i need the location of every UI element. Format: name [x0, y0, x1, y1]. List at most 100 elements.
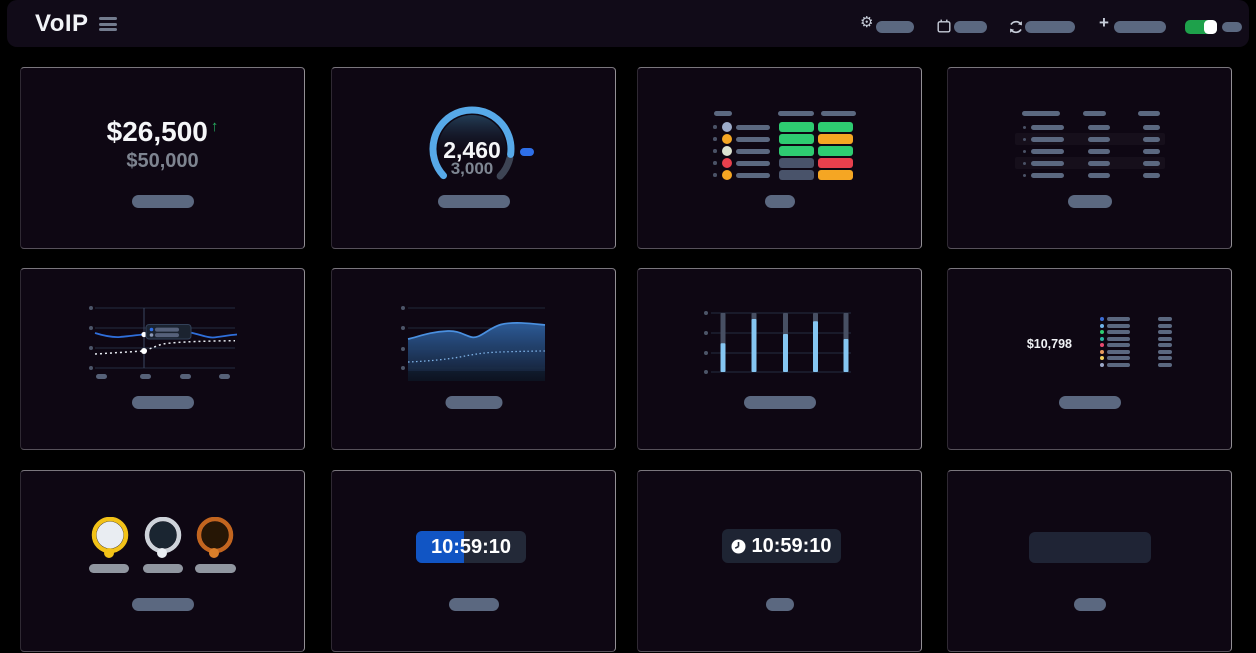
bulb-label-skeleton: [195, 564, 236, 573]
dashed-series-line: [95, 341, 235, 354]
table-row: [1022, 145, 1160, 157]
hamburger-icon[interactable]: [99, 17, 117, 34]
legend-item: [1100, 337, 1172, 342]
timer-value: 10:59:10: [751, 535, 831, 558]
legend-item: [1100, 317, 1172, 322]
hover-point: [141, 348, 147, 354]
status-cell: [779, 122, 814, 132]
card-bar-chart: [637, 268, 922, 450]
card-amount-breakdown: $10,798: [947, 268, 1232, 450]
action-skeleton-pill[interactable]: [1068, 195, 1112, 208]
toggle-knob: [1204, 20, 1217, 34]
card-bulb-status: [20, 470, 305, 652]
chart-tooltip: [146, 325, 191, 340]
table-row: [713, 133, 856, 145]
sync-button[interactable]: [1025, 21, 1075, 33]
status-table: [713, 111, 856, 181]
status-cell: [779, 170, 814, 180]
action-skeleton-pill[interactable]: [1059, 396, 1121, 409]
revenue-value: $26,500↑: [21, 116, 304, 148]
settings-button[interactable]: [876, 21, 914, 33]
app-header: VoIP ⚙ +: [7, 0, 1249, 47]
card-line-chart: [20, 268, 305, 450]
action-skeleton-pill[interactable]: [1074, 598, 1106, 611]
legend-item: [1100, 356, 1172, 361]
bulb-label-skeleton: [143, 564, 183, 573]
gear-icon[interactable]: ⚙: [860, 13, 873, 31]
status-dot: [722, 146, 732, 156]
empty-panel-skeleton: [1029, 532, 1151, 563]
status-dot: [722, 158, 732, 168]
legend-item: [1100, 330, 1172, 335]
capacity-bar-chart: [703, 307, 855, 377]
status-cell: [779, 134, 814, 144]
legend-item: [1100, 324, 1172, 329]
action-skeleton-pill[interactable]: [132, 598, 194, 611]
status-cell: [818, 122, 853, 132]
legend-dot: [1100, 324, 1104, 328]
legend-dot: [1100, 350, 1104, 354]
action-skeleton-pill[interactable]: [445, 396, 502, 409]
timer-value: 10:59:10: [416, 531, 526, 563]
bars: [721, 313, 849, 372]
action-skeleton-pill[interactable]: [765, 195, 795, 208]
table-row: [713, 169, 856, 181]
timer-progress-chip: 10:59:10: [416, 531, 526, 563]
revenue-target: $50,000: [21, 150, 304, 173]
action-skeleton-pill[interactable]: [132, 396, 194, 409]
status-cell: [818, 170, 853, 180]
toggle-label-skeleton: [1222, 22, 1242, 32]
comparison-line-chart: [89, 300, 241, 384]
card-timer-clock: 10:59:10: [637, 470, 922, 652]
refresh-icon[interactable]: [1009, 20, 1023, 34]
bulb-icon: [141, 517, 185, 563]
status-cell: [818, 146, 853, 156]
legend-item: [1100, 363, 1172, 368]
voip-dashboard: VoIP ⚙ + $26,500↑ $50,000: [0, 0, 1256, 653]
table-row: [1022, 169, 1160, 181]
table-row: [1022, 121, 1160, 133]
legend-dot: [1100, 317, 1104, 321]
status-cell: [779, 146, 814, 156]
gauge-max: 3,000: [424, 159, 520, 179]
status-cell: [818, 158, 853, 168]
skeleton-table: [1022, 111, 1160, 181]
action-skeleton-pill[interactable]: [449, 598, 499, 611]
area-base-band: [408, 371, 545, 381]
bulb-icon: [193, 517, 237, 563]
card-empty-panel: [947, 470, 1232, 652]
action-skeleton-pill[interactable]: [744, 396, 816, 409]
date-range-button[interactable]: [954, 21, 987, 33]
status-cell: [779, 158, 814, 168]
add-button[interactable]: [1114, 21, 1166, 33]
x-axis-ticks: [96, 374, 230, 379]
table-row: [713, 121, 856, 133]
card-skeleton-list: [947, 67, 1232, 249]
status-dot: [722, 134, 732, 144]
card-revenue-kpi: $26,500↑ $50,000: [20, 67, 305, 249]
action-skeleton-pill[interactable]: [438, 195, 510, 208]
table-header: [713, 111, 856, 117]
status-cell: [818, 134, 853, 144]
card-area-chart: [331, 268, 616, 450]
status-dot: [722, 170, 732, 180]
table-row: [713, 145, 856, 157]
clock-icon: [731, 539, 746, 554]
legend-item: [1100, 343, 1172, 348]
card-status-table: [637, 67, 922, 249]
action-skeleton-pill[interactable]: [766, 598, 794, 611]
gauge-marker: [520, 148, 534, 156]
calendar-icon[interactable]: [937, 19, 951, 33]
table-row: [713, 157, 856, 169]
legend-dot: [1100, 356, 1104, 360]
status-dot: [722, 122, 732, 132]
legend-dot: [1100, 330, 1104, 334]
table-row: [1022, 133, 1160, 145]
action-skeleton-pill[interactable]: [132, 195, 194, 208]
table-header: [1022, 111, 1160, 116]
card-gauge: 2,460 3,000: [331, 67, 616, 249]
toggle-switch[interactable]: [1185, 20, 1217, 34]
table-row: [1022, 157, 1160, 169]
plus-icon[interactable]: +: [1099, 13, 1109, 33]
legend-dot: [1100, 343, 1104, 347]
